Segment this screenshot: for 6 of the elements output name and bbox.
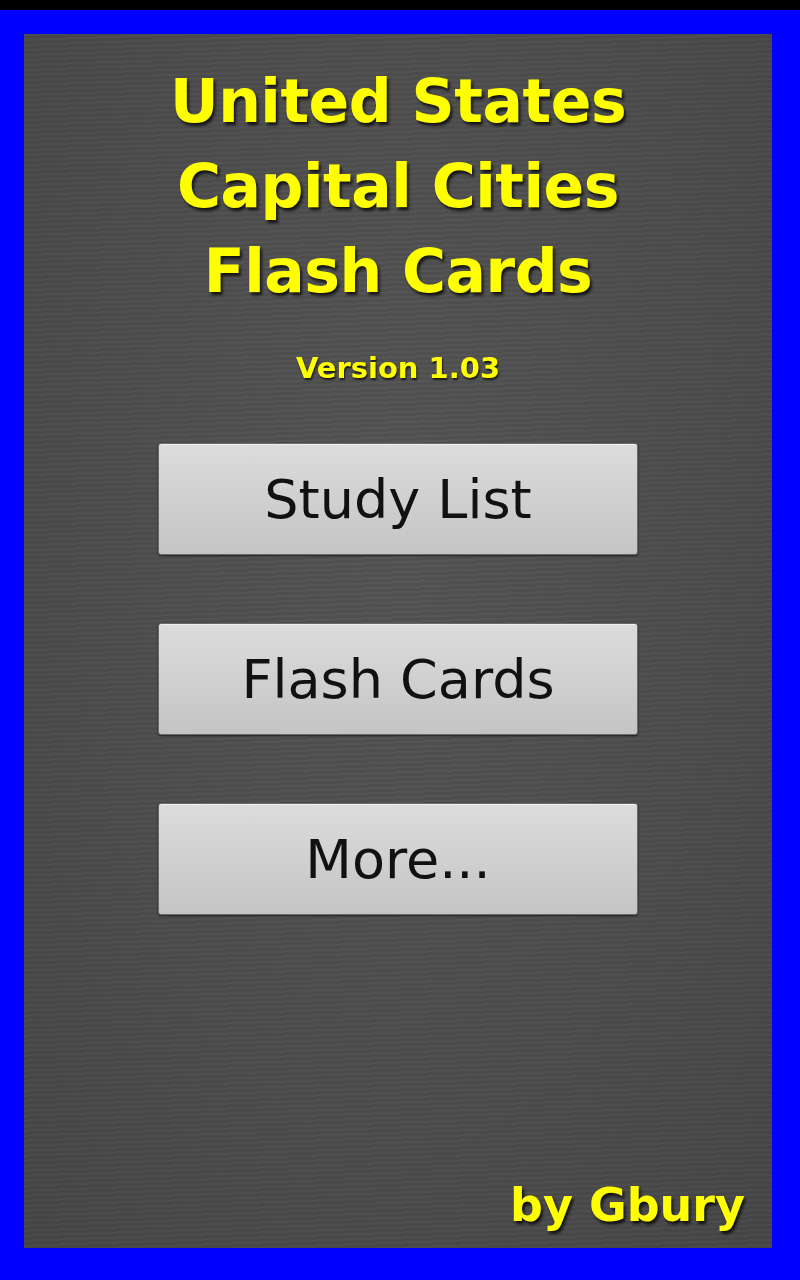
menu-button[interactable]: More...	[158, 803, 638, 915]
author-credit: by Gbury	[509, 1177, 745, 1233]
version-label: Version 1.03	[295, 350, 501, 386]
menu-button[interactable]: Flash Cards	[158, 623, 638, 735]
app-title: United States Capital Cities Flash Cards	[169, 65, 627, 308]
menu-button[interactable]: Study List	[158, 443, 638, 555]
